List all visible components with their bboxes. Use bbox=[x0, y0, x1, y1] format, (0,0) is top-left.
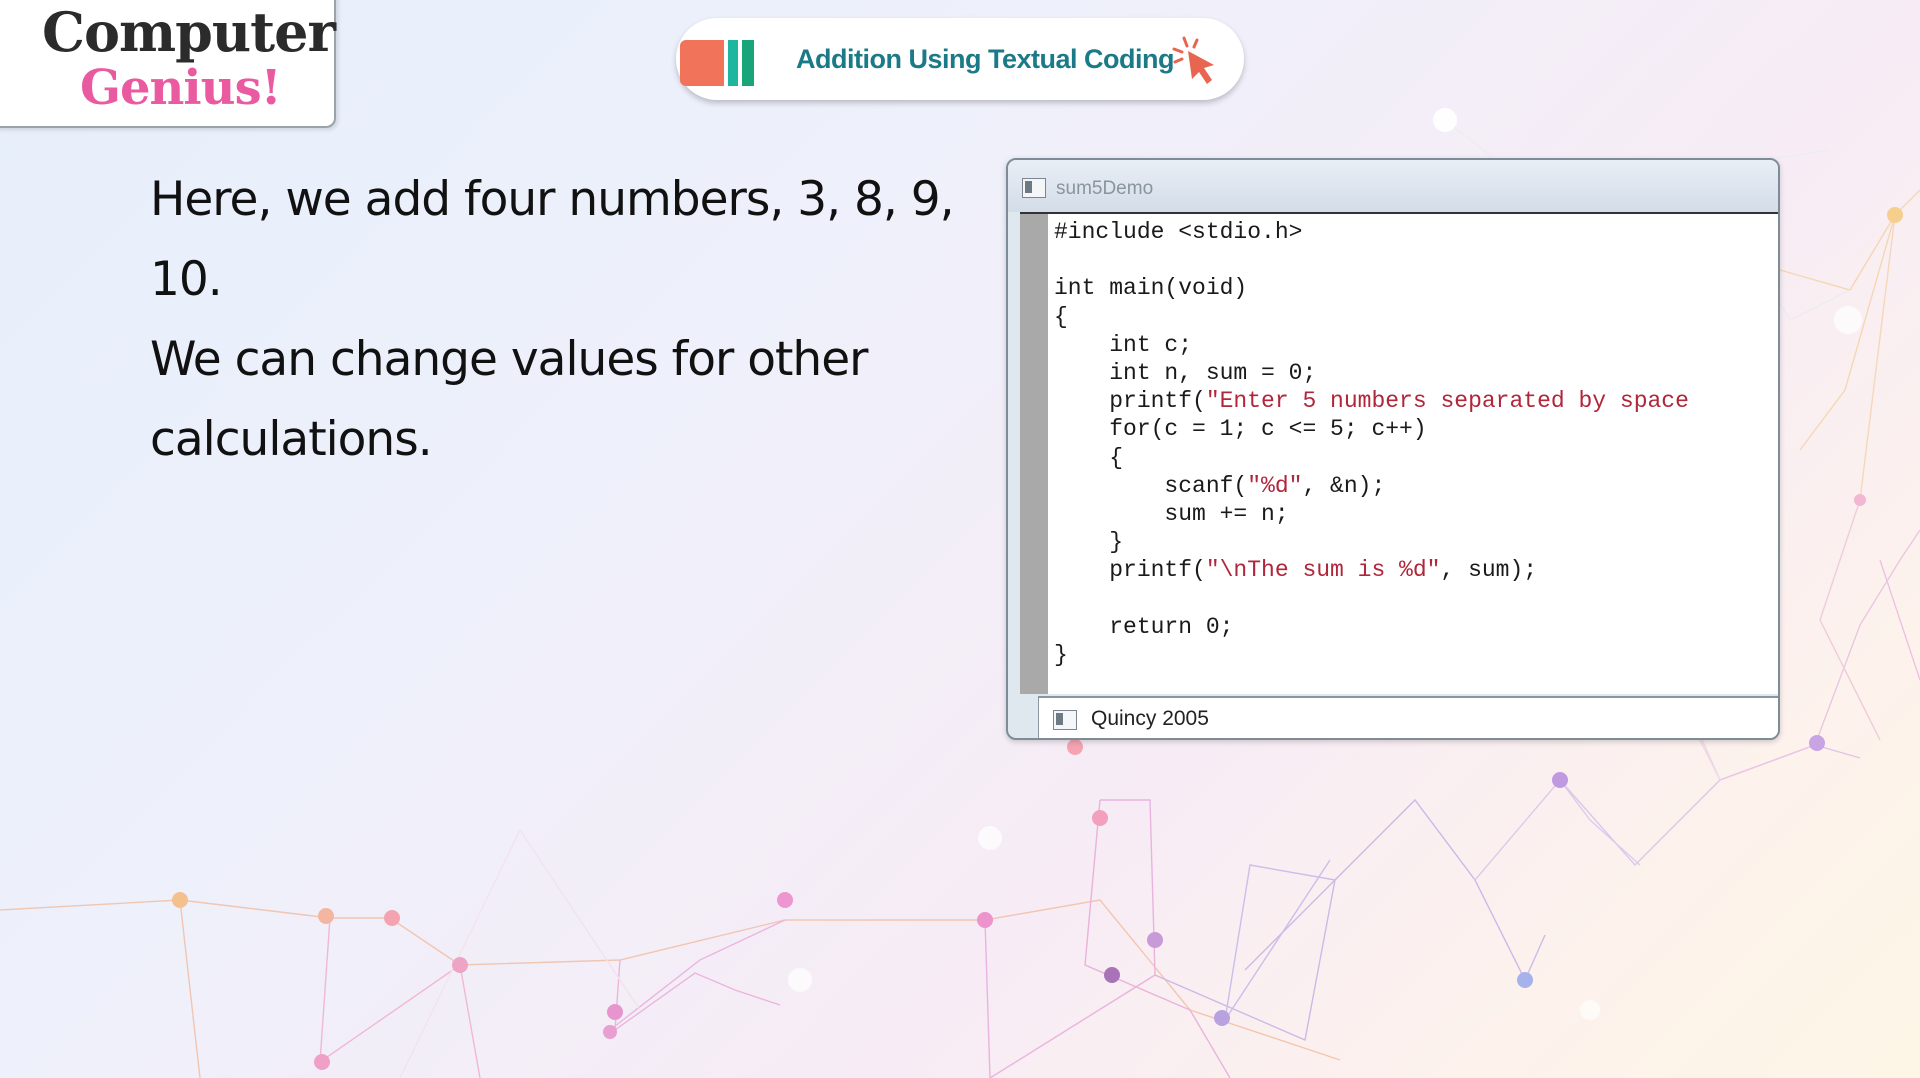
computer-genius-logo: Computer Genius! bbox=[0, 0, 336, 128]
code-line: } bbox=[1054, 641, 1778, 669]
code-token: return 0; bbox=[1054, 613, 1234, 640]
code-token: int n, sum = 0; bbox=[1054, 359, 1317, 386]
code-token: printf( bbox=[1054, 388, 1206, 415]
code-token: } bbox=[1054, 641, 1068, 668]
code-line: int n, sum = 0; bbox=[1054, 359, 1778, 387]
code-token: { bbox=[1054, 444, 1124, 471]
lesson-title: Addition Using Textual Coding bbox=[796, 44, 1174, 74]
code-line: scanf("%d", &n); bbox=[1054, 472, 1778, 500]
explanation-line-3: calculations. bbox=[150, 412, 433, 467]
code-token: scanf( bbox=[1054, 472, 1248, 499]
code-line: int c; bbox=[1054, 331, 1778, 359]
lesson-title-banner: Addition Using Textual Coding bbox=[676, 18, 1244, 100]
code-token: } bbox=[1054, 529, 1124, 556]
code-token: #include <stdio.h> bbox=[1054, 219, 1303, 245]
code-string-literal: "\nThe sum is %d" bbox=[1205, 557, 1441, 584]
code-token: { bbox=[1054, 303, 1068, 330]
explanation-line-2: We can change values for other bbox=[150, 332, 868, 387]
code-line: printf("Enter 5 numbers separated by spa… bbox=[1054, 387, 1778, 415]
window-title: sum5Demo bbox=[1056, 178, 1154, 199]
code-line: printf("\nThe sum is %d", sum); bbox=[1054, 556, 1778, 584]
code-string-literal: "Enter 5 numbers separated by space bbox=[1205, 388, 1689, 415]
code-line: sum += n; bbox=[1054, 500, 1778, 528]
logo-word-genius: Genius! bbox=[80, 60, 282, 116]
accent-bar-orange bbox=[680, 40, 724, 86]
code-token: int c; bbox=[1054, 331, 1193, 358]
logo-word-computer: Computer bbox=[42, 0, 336, 64]
code-editor-window: sum5Demo #include <stdio.h> int main(voi… bbox=[1006, 158, 1780, 740]
code-line: { bbox=[1054, 303, 1778, 331]
code-line: { bbox=[1054, 444, 1778, 472]
source-code[interactable]: #include <stdio.h> int main(void){ int c… bbox=[1054, 218, 1778, 688]
code-line: } bbox=[1054, 528, 1778, 556]
application-status-bar: Quincy 2005 bbox=[1038, 696, 1778, 738]
code-token: , &n); bbox=[1302, 472, 1386, 499]
code-token: printf( bbox=[1054, 557, 1206, 584]
application-name: Quincy 2005 bbox=[1091, 707, 1209, 730]
code-line: #include <stdio.h> bbox=[1054, 218, 1778, 246]
code-token: sum += n; bbox=[1054, 500, 1289, 527]
code-token: for(c = 1; c <= 5; c++) bbox=[1054, 416, 1427, 443]
code-line: return 0; bbox=[1054, 613, 1778, 641]
code-string-literal: "%d" bbox=[1247, 472, 1303, 499]
explanation-line-1: Here, we add four numbers, 3, 8, 9, 10. bbox=[150, 172, 955, 307]
app-window-icon bbox=[1053, 710, 1077, 730]
code-line: int main(void) bbox=[1054, 274, 1778, 302]
code-token: , sum); bbox=[1440, 557, 1538, 584]
code-line: for(c = 1; c <= 5; c++) bbox=[1054, 415, 1778, 443]
code-editor[interactable]: #include <stdio.h> int main(void){ int c… bbox=[1020, 212, 1778, 694]
lesson-explanation: Here, we add four numbers, 3, 8, 9, 10. … bbox=[150, 160, 990, 480]
accent-bar-teal bbox=[728, 40, 738, 86]
code-token: int main(void) bbox=[1054, 275, 1248, 302]
window-titlebar[interactable]: sum5Demo bbox=[1008, 160, 1778, 212]
accent-bar-green bbox=[742, 40, 754, 86]
editor-gutter bbox=[1020, 214, 1048, 694]
document-window-icon bbox=[1022, 178, 1046, 198]
click-cursor-icon bbox=[1172, 36, 1214, 84]
